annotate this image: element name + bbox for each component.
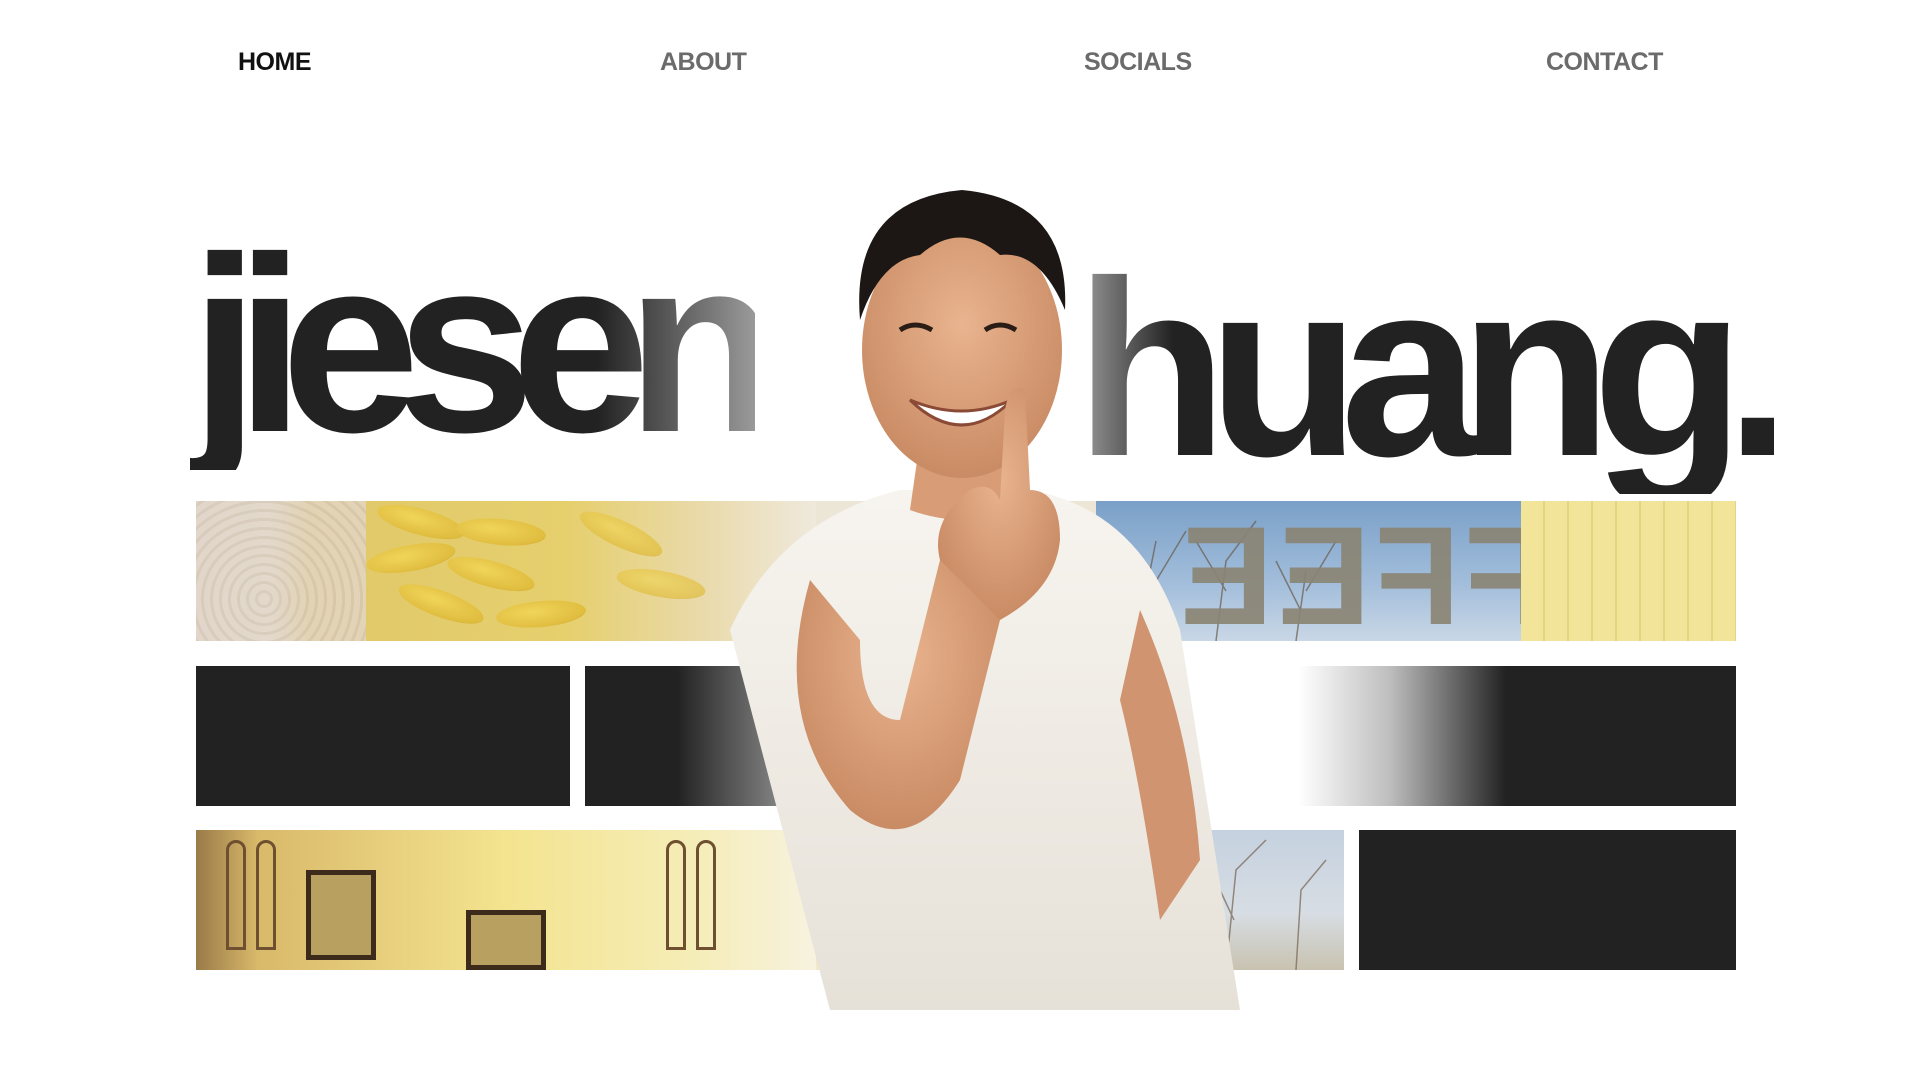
nav-home-link[interactable]: HOME [238,48,312,77]
banana-shape [364,537,458,579]
shelf-arch [666,840,686,950]
banana-shape [574,503,668,565]
shelf-arch [226,840,246,950]
dark-block-right [1359,830,1736,970]
portrait-photo [730,190,1240,1010]
dark-block-left [196,666,570,806]
shingle-wall-photo [1521,501,1736,641]
wood-texture [196,501,366,641]
banana-shape [394,576,488,632]
picture-frame [466,910,546,970]
banana-shape [455,515,547,549]
shelf-arch [256,840,276,950]
banana-shape [614,563,708,605]
picture-frame [306,870,376,960]
nav-socials-link[interactable]: SOCIALS [1084,48,1192,77]
top-navigation: HOME ABOUT SOCIALS CONTACT [0,48,1920,88]
banana-shape [495,597,587,631]
nav-about-link[interactable]: ABOUT [660,48,747,77]
banana-shape [374,501,468,547]
nav-contact-link[interactable]: CONTACT [1546,48,1663,77]
banana-shape [444,549,538,599]
hero-first-name: jiesen [190,205,779,484]
